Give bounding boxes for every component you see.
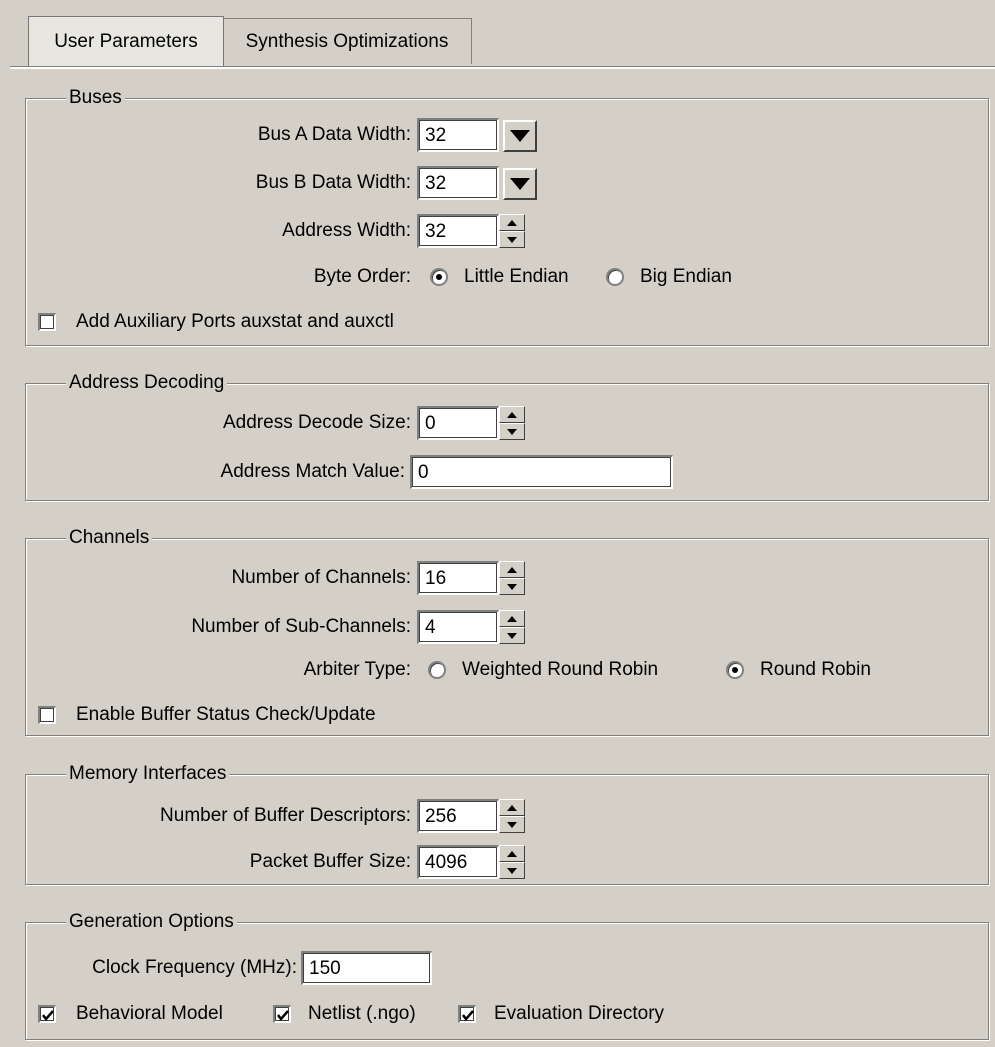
address-width-label: Address Width:: [282, 220, 411, 241]
round-robin-label[interactable]: Round Robin: [760, 653, 871, 687]
num-sub-channels-label: Number of Sub-Channels:: [191, 616, 411, 637]
address-decode-size-label: Address Decode Size:: [223, 412, 411, 433]
packet-buffer-size-input[interactable]: 4096: [417, 845, 499, 879]
spin-down-icon[interactable]: [499, 627, 525, 644]
check-icon: [277, 1010, 289, 1021]
weighted-round-robin-radio[interactable]: [428, 661, 446, 679]
num-channels-input[interactable]: 16: [417, 561, 499, 595]
generation-options-legend: Generation Options: [66, 910, 237, 934]
round-robin-radio[interactable]: [726, 661, 744, 679]
address-decode-size-spinner[interactable]: [499, 406, 525, 440]
num-channels-spinner[interactable]: [499, 561, 525, 595]
tab-user-parameters-label: User Parameters: [54, 30, 198, 52]
num-channels-label: Number of Channels:: [231, 567, 411, 588]
address-match-value-input[interactable]: 0: [410, 455, 673, 489]
arbiter-type-label: Arbiter Type:: [303, 659, 411, 680]
spin-down-icon[interactable]: [499, 231, 525, 248]
buffer-descriptors-label: Number of Buffer Descriptors:: [160, 805, 411, 826]
bus-a-width-dropdown[interactable]: [503, 120, 537, 152]
tab-synthesis-optimizations[interactable]: Synthesis Optimizations: [222, 18, 472, 64]
spin-up-icon[interactable]: [499, 561, 525, 578]
byte-order-label: Byte Order:: [313, 266, 411, 287]
little-endian-radio[interactable]: [430, 268, 448, 286]
address-decoding-legend: Address Decoding: [66, 371, 228, 395]
address-width-spinner[interactable]: [499, 214, 525, 248]
address-width-input[interactable]: 32: [417, 214, 499, 248]
radio-selected-dot: [732, 667, 738, 673]
spin-up-icon[interactable]: [499, 845, 525, 862]
buses-legend: Buses: [66, 86, 125, 110]
spin-down-icon[interactable]: [499, 423, 525, 440]
netlist-checkbox[interactable]: [273, 1005, 291, 1023]
bus-a-width-label: Bus A Data Width:: [257, 124, 411, 145]
spin-up-icon[interactable]: [499, 610, 525, 627]
channels-legend: Channels: [66, 526, 153, 550]
packet-buffer-size-label: Packet Buffer Size:: [249, 851, 411, 872]
address-match-value-label: Address Match Value:: [220, 461, 405, 482]
clock-frequency-label: Clock Frequency (MHz):: [92, 957, 297, 978]
evaluation-directory-checkbox[interactable]: [458, 1005, 476, 1023]
spin-down-icon[interactable]: [499, 578, 525, 595]
num-sub-channels-spinner[interactable]: [499, 610, 525, 644]
aux-ports-checkbox[interactable]: [38, 313, 56, 331]
bus-b-width-input[interactable]: 32: [417, 166, 499, 200]
check-icon: [462, 1010, 474, 1021]
check-icon: [42, 1010, 54, 1021]
spin-up-icon[interactable]: [499, 214, 525, 231]
big-endian-label[interactable]: Big Endian: [640, 260, 732, 294]
behavioral-model-checkbox[interactable]: [38, 1005, 56, 1023]
chevron-down-icon: [510, 178, 530, 190]
packet-buffer-size-spinner[interactable]: [499, 845, 525, 879]
aux-ports-label[interactable]: Add Auxiliary Ports auxstat and auxctl: [76, 305, 394, 339]
buffer-status-label[interactable]: Enable Buffer Status Check/Update: [76, 698, 376, 732]
memory-interfaces-legend: Memory Interfaces: [66, 762, 230, 786]
bus-b-width-label: Bus B Data Width:: [255, 172, 411, 193]
buffer-status-checkbox[interactable]: [38, 706, 56, 724]
buffer-descriptors-input[interactable]: 256: [417, 799, 499, 833]
weighted-round-robin-label[interactable]: Weighted Round Robin: [462, 653, 658, 687]
evaluation-directory-label[interactable]: Evaluation Directory: [494, 997, 664, 1031]
spin-down-icon[interactable]: [499, 816, 525, 833]
bus-a-width-input[interactable]: 32: [417, 118, 499, 152]
behavioral-model-label[interactable]: Behavioral Model: [76, 997, 223, 1031]
radio-selected-dot: [436, 274, 442, 280]
clock-frequency-input[interactable]: 150: [301, 951, 432, 985]
bus-b-width-dropdown[interactable]: [503, 168, 537, 200]
spin-down-icon[interactable]: [499, 862, 525, 879]
big-endian-radio[interactable]: [606, 268, 624, 286]
tab-user-parameters[interactable]: User Parameters: [28, 16, 224, 66]
spin-up-icon[interactable]: [499, 799, 525, 816]
netlist-label[interactable]: Netlist (.ngo): [308, 997, 416, 1031]
num-sub-channels-input[interactable]: 4: [417, 610, 499, 644]
chevron-down-icon: [510, 130, 530, 142]
little-endian-label[interactable]: Little Endian: [464, 260, 569, 294]
tab-strip: User Parameters Synthesis Optimizations: [0, 0, 995, 72]
address-decode-size-input[interactable]: 0: [417, 406, 499, 440]
buffer-descriptors-spinner[interactable]: [499, 799, 525, 833]
tab-synthesis-optimizations-label: Synthesis Optimizations: [245, 30, 449, 52]
spin-up-icon[interactable]: [499, 406, 525, 423]
tab-divider: [10, 66, 995, 69]
